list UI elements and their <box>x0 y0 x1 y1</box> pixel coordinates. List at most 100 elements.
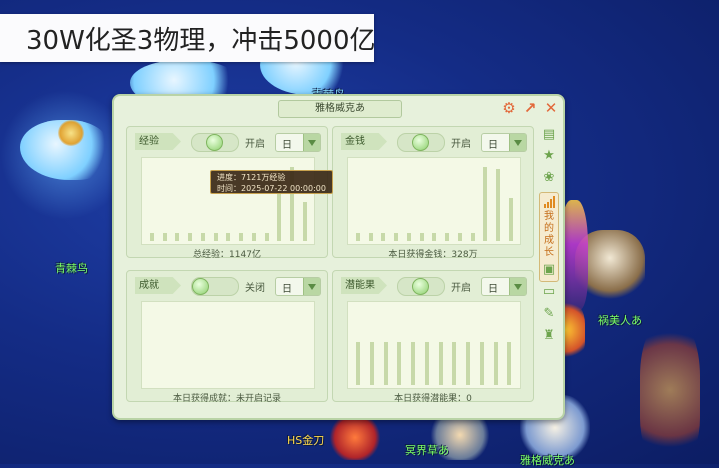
period-select-value: 日 <box>488 284 498 295</box>
plot-bar[interactable] <box>411 342 416 385</box>
plot-bar[interactable] <box>188 233 193 241</box>
npc-name-label[interactable]: 祸美人あ <box>598 312 642 328</box>
period-select-value: 日 <box>282 140 292 151</box>
plot-bar[interactable] <box>479 342 484 385</box>
plot-bar[interactable] <box>432 233 437 241</box>
player-character <box>640 320 700 460</box>
chat-icon[interactable]: ▤ <box>539 125 559 145</box>
plot-bar[interactable] <box>368 233 373 241</box>
stat-tag: 金钱 <box>341 133 387 150</box>
progress-tooltip: 进度：7121万经验 时间：2025-07-22 00:00:00 <box>210 170 333 194</box>
my-growth-label: 我的成长 <box>544 211 554 258</box>
plot-bar[interactable] <box>507 342 512 385</box>
toggle-knob <box>206 134 223 151</box>
plot-bar[interactable] <box>508 198 513 241</box>
plot-bar[interactable] <box>493 342 498 385</box>
plot-bar[interactable] <box>452 342 457 385</box>
plot-bar[interactable] <box>162 233 167 241</box>
period-select-value: 日 <box>488 140 498 151</box>
stat-caption: 本日获得成就：未开启记录 <box>172 394 281 404</box>
record-toggle[interactable] <box>397 133 445 152</box>
plot-bar[interactable] <box>406 233 411 241</box>
npc-name-label[interactable]: 雅格威克あ <box>520 452 575 468</box>
plot-bar[interactable] <box>438 342 443 385</box>
plot-bar[interactable] <box>213 233 218 241</box>
plot-bar[interactable] <box>251 233 256 241</box>
stat-tag: 经验 <box>135 133 181 150</box>
plot-bar[interactable] <box>457 233 462 241</box>
plot-bar[interactable] <box>397 342 402 385</box>
lantern-glow <box>58 120 84 146</box>
stat-plot <box>347 301 521 389</box>
npc-name-label[interactable]: 冥界草あ <box>405 442 449 458</box>
banner-text: 30W化圣3物理，冲击5000亿 <box>26 26 376 56</box>
record-toggle[interactable] <box>191 133 239 152</box>
plot-bar[interactable] <box>369 342 374 385</box>
chevron-down-icon <box>303 134 320 151</box>
plot-bar[interactable] <box>383 342 388 385</box>
tooltip-time-line: 时间：2025-07-22 00:00:00 <box>217 184 326 193</box>
box-icon[interactable]: ▭ <box>539 282 559 302</box>
tooltip-progress-line: 进度：7121万经验 <box>217 173 286 182</box>
chevron-down-icon <box>509 134 526 151</box>
stat-tag: 潜能果 <box>341 277 387 294</box>
plot-bar[interactable] <box>302 202 307 241</box>
plot-bar[interactable] <box>356 233 360 241</box>
paw-icon[interactable]: ❀ <box>539 168 559 188</box>
plot-bar[interactable] <box>356 342 360 385</box>
stat-card: 成就 关闭 日本日获得成就：未开启记录 <box>126 270 328 404</box>
period-select[interactable]: 日 <box>275 277 321 296</box>
period-select-value: 日 <box>282 284 292 295</box>
toggle-label: 开启 <box>245 139 265 150</box>
stat-plot <box>141 301 315 389</box>
plot-bar[interactable] <box>483 167 488 241</box>
settings-gear-icon[interactable]: ⚙ <box>500 99 518 117</box>
toggle-knob <box>192 278 209 295</box>
stat-tag: 成就 <box>135 277 181 294</box>
star-icon[interactable]: ★ <box>539 146 559 166</box>
plot-bar[interactable] <box>419 233 424 241</box>
plot-bar[interactable] <box>226 233 231 241</box>
record-toggle[interactable] <box>191 277 239 296</box>
stat-caption: 总经验：1147亿 <box>193 250 261 260</box>
plot-bar[interactable] <box>394 233 399 241</box>
plot-bar[interactable] <box>200 233 205 241</box>
plot-bar[interactable] <box>496 169 501 241</box>
shirt-icon[interactable]: ♜ <box>539 326 559 346</box>
toggle-label: 开启 <box>451 139 471 150</box>
panel-title: 雅格威克あ <box>278 100 402 118</box>
record-toggle[interactable] <box>397 277 445 296</box>
stat-caption: 本日获得潜能果：0 <box>394 394 472 404</box>
stat-card: 潜能果 开启 日本日获得潜能果：0 <box>332 270 534 404</box>
plot-bar[interactable] <box>381 233 386 241</box>
chevron-down-icon <box>303 278 320 295</box>
npc-name-label[interactable]: HS金刀 <box>287 432 324 448</box>
period-select[interactable]: 日 <box>275 133 321 152</box>
npc-name-label[interactable]: 青棘鸟 <box>55 260 88 276</box>
plot-bar[interactable] <box>470 233 475 241</box>
plot-bar[interactable] <box>466 342 471 385</box>
plot-bar[interactable] <box>175 233 180 241</box>
growth-panel: 雅格威克あ ⚙ ↗ ✕ 经验 开启日总经验：1147亿 金钱 开启日本日获得金钱：32… <box>112 94 565 420</box>
plot-bar[interactable] <box>239 233 244 241</box>
toggle-knob <box>412 134 429 151</box>
tools-icon[interactable]: ✎ <box>539 304 559 324</box>
plot-bar[interactable] <box>264 233 269 241</box>
chevron-down-icon <box>509 278 526 295</box>
toggle-knob <box>412 278 429 295</box>
player-character <box>330 415 380 460</box>
period-select[interactable]: 日 <box>481 277 527 296</box>
plot-bar[interactable] <box>424 342 429 385</box>
stream-title-banner: 30W化圣3物理，冲击5000亿 <box>0 14 376 62</box>
popout-arrow-icon[interactable]: ↗ <box>521 99 539 117</box>
toggle-label: 关闭 <box>245 283 265 294</box>
stat-plot <box>347 157 521 245</box>
toggle-label: 开启 <box>451 283 471 294</box>
period-select[interactable]: 日 <box>481 133 527 152</box>
stat-card: 金钱 开启 日本日获得金钱：328万 <box>332 126 534 260</box>
plot-bar[interactable] <box>445 233 450 241</box>
gift-icon[interactable]: ▣ <box>539 260 559 280</box>
close-icon[interactable]: ✕ <box>542 99 560 117</box>
signal-bars-icon <box>544 196 555 208</box>
plot-bar[interactable] <box>150 233 154 241</box>
